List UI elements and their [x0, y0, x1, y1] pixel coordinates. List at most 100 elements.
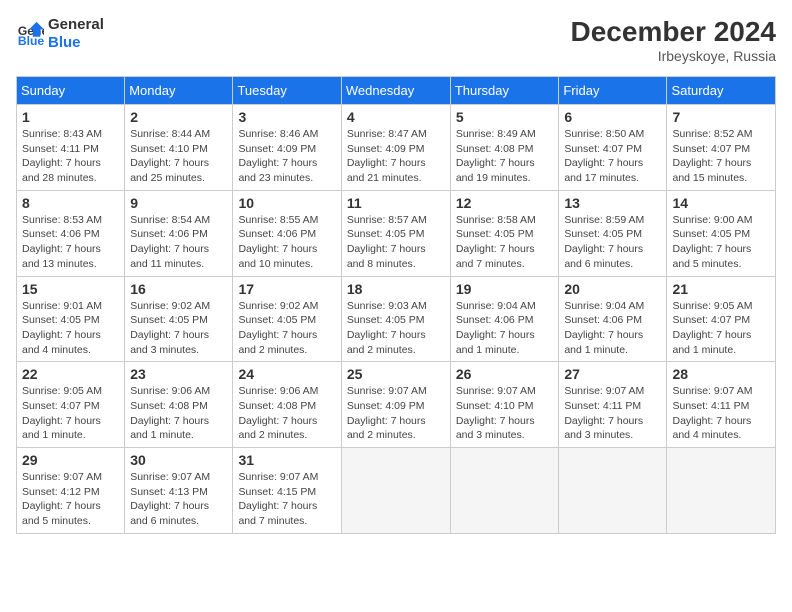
day-info: Sunrise: 9:06 AM Sunset: 4:08 PM Dayligh…	[130, 384, 227, 443]
calendar-cell: 11 Sunrise: 8:57 AM Sunset: 4:05 PM Dayli…	[341, 190, 450, 276]
day-number: 18	[347, 281, 445, 297]
day-info: Sunrise: 9:07 AM Sunset: 4:13 PM Dayligh…	[130, 470, 227, 529]
day-number: 28	[672, 366, 770, 382]
calendar-cell: 21 Sunrise: 9:05 AM Sunset: 4:07 PM Dayli…	[667, 276, 776, 362]
week-row-2: 8 Sunrise: 8:53 AM Sunset: 4:06 PM Daylig…	[17, 190, 776, 276]
calendar-cell	[667, 448, 776, 534]
day-info: Sunrise: 8:44 AM Sunset: 4:10 PM Dayligh…	[130, 127, 227, 186]
day-header-monday: Monday	[125, 77, 233, 105]
day-number: 15	[22, 281, 119, 297]
week-row-4: 22 Sunrise: 9:05 AM Sunset: 4:07 PM Dayli…	[17, 362, 776, 448]
month-title: December 2024	[571, 16, 776, 48]
calendar-cell	[341, 448, 450, 534]
day-number: 31	[238, 452, 335, 468]
day-number: 6	[564, 109, 661, 125]
day-number: 17	[238, 281, 335, 297]
day-info: Sunrise: 9:04 AM Sunset: 4:06 PM Dayligh…	[564, 299, 661, 358]
calendar-cell: 12 Sunrise: 8:58 AM Sunset: 4:05 PM Dayli…	[450, 190, 559, 276]
calendar-cell: 28 Sunrise: 9:07 AM Sunset: 4:11 PM Dayli…	[667, 362, 776, 448]
day-info: Sunrise: 9:07 AM Sunset: 4:09 PM Dayligh…	[347, 384, 445, 443]
day-number: 3	[238, 109, 335, 125]
calendar-cell: 18 Sunrise: 9:03 AM Sunset: 4:05 PM Dayli…	[341, 276, 450, 362]
day-number: 11	[347, 195, 445, 211]
day-number: 26	[456, 366, 554, 382]
calendar-cell: 25 Sunrise: 9:07 AM Sunset: 4:09 PM Dayli…	[341, 362, 450, 448]
day-info: Sunrise: 9:07 AM Sunset: 4:11 PM Dayligh…	[672, 384, 770, 443]
day-number: 8	[22, 195, 119, 211]
day-header-wednesday: Wednesday	[341, 77, 450, 105]
calendar-cell: 1 Sunrise: 8:43 AM Sunset: 4:11 PM Daylig…	[17, 105, 125, 191]
calendar-cell: 19Sunrise: 9:04 AM Sunset: 4:06 PM Dayli…	[450, 276, 559, 362]
day-info: Sunrise: 9:04 AM Sunset: 4:06 PM Dayligh…	[456, 299, 554, 358]
day-number: 24	[238, 366, 335, 382]
day-number: 12	[456, 195, 554, 211]
day-info: Sunrise: 8:55 AM Sunset: 4:06 PM Dayligh…	[238, 213, 335, 272]
logo-icon: General Blue	[16, 20, 44, 48]
title-block: December 2024 Irbeyskoye, Russia	[571, 16, 776, 64]
calendar-cell: 16Sunrise: 9:02 AM Sunset: 4:05 PM Dayli…	[125, 276, 233, 362]
day-info: Sunrise: 8:43 AM Sunset: 4:11 PM Dayligh…	[22, 127, 119, 186]
day-header-thursday: Thursday	[450, 77, 559, 105]
day-number: 2	[130, 109, 227, 125]
calendar-cell	[559, 448, 667, 534]
calendar-cell: 30 Sunrise: 9:07 AM Sunset: 4:13 PM Dayli…	[125, 448, 233, 534]
day-number: 23	[130, 366, 227, 382]
logo-text: General Blue	[48, 16, 104, 52]
day-info: Sunrise: 9:06 AM Sunset: 4:08 PM Dayligh…	[238, 384, 335, 443]
day-info: Sunrise: 8:54 AM Sunset: 4:06 PM Dayligh…	[130, 213, 227, 272]
week-row-1: 1 Sunrise: 8:43 AM Sunset: 4:11 PM Daylig…	[17, 105, 776, 191]
day-number: 30	[130, 452, 227, 468]
calendar-cell: 10Sunrise: 8:55 AM Sunset: 4:06 PM Dayli…	[233, 190, 341, 276]
calendar-cell: 3 Sunrise: 8:46 AM Sunset: 4:09 PM Daylig…	[233, 105, 341, 191]
calendar-cell: 20Sunrise: 9:04 AM Sunset: 4:06 PM Dayli…	[559, 276, 667, 362]
calendar-cell: 7 Sunrise: 8:52 AM Sunset: 4:07 PM Daylig…	[667, 105, 776, 191]
day-info: Sunrise: 8:57 AM Sunset: 4:05 PM Dayligh…	[347, 213, 445, 272]
day-info: Sunrise: 9:07 AM Sunset: 4:12 PM Dayligh…	[22, 470, 119, 529]
page-header: General Blue General Blue December 2024 …	[16, 16, 776, 64]
calendar-cell: 26 Sunrise: 9:07 AM Sunset: 4:10 PM Dayli…	[450, 362, 559, 448]
day-info: Sunrise: 9:01 AM Sunset: 4:05 PM Dayligh…	[22, 299, 119, 358]
day-info: Sunrise: 9:00 AM Sunset: 4:05 PM Dayligh…	[672, 213, 770, 272]
day-info: Sunrise: 8:53 AM Sunset: 4:06 PM Dayligh…	[22, 213, 119, 272]
week-row-5: 29 Sunrise: 9:07 AM Sunset: 4:12 PM Dayli…	[17, 448, 776, 534]
day-number: 21	[672, 281, 770, 297]
calendar-cell: 29 Sunrise: 9:07 AM Sunset: 4:12 PM Dayli…	[17, 448, 125, 534]
day-number: 25	[347, 366, 445, 382]
day-header-saturday: Saturday	[667, 77, 776, 105]
calendar-cell: 23 Sunrise: 9:06 AM Sunset: 4:08 PM Dayli…	[125, 362, 233, 448]
day-info: Sunrise: 9:07 AM Sunset: 4:15 PM Dayligh…	[238, 470, 335, 529]
day-number: 22	[22, 366, 119, 382]
day-info: Sunrise: 9:07 AM Sunset: 4:10 PM Dayligh…	[456, 384, 554, 443]
day-info: Sunrise: 8:49 AM Sunset: 4:08 PM Dayligh…	[456, 127, 554, 186]
calendar-cell: 2 Sunrise: 8:44 AM Sunset: 4:10 PM Daylig…	[125, 105, 233, 191]
day-info: Sunrise: 8:52 AM Sunset: 4:07 PM Dayligh…	[672, 127, 770, 186]
day-header-tuesday: Tuesday	[233, 77, 341, 105]
calendar-cell: 22 Sunrise: 9:05 AM Sunset: 4:07 PM Dayli…	[17, 362, 125, 448]
day-info: Sunrise: 8:46 AM Sunset: 4:09 PM Dayligh…	[238, 127, 335, 186]
day-number: 7	[672, 109, 770, 125]
calendar-cell: 27 Sunrise: 9:07 AM Sunset: 4:11 PM Dayli…	[559, 362, 667, 448]
calendar-cell	[450, 448, 559, 534]
calendar-cell: 14 Sunrise: 9:00 AM Sunset: 4:05 PM Dayli…	[667, 190, 776, 276]
day-number: 9	[130, 195, 227, 211]
day-info: Sunrise: 8:50 AM Sunset: 4:07 PM Dayligh…	[564, 127, 661, 186]
calendar-cell: 13Sunrise: 8:59 AM Sunset: 4:05 PM Dayli…	[559, 190, 667, 276]
day-info: Sunrise: 9:05 AM Sunset: 4:07 PM Dayligh…	[672, 299, 770, 358]
calendar-cell: 9 Sunrise: 8:54 AM Sunset: 4:06 PM Daylig…	[125, 190, 233, 276]
day-info: Sunrise: 9:07 AM Sunset: 4:11 PM Dayligh…	[564, 384, 661, 443]
day-number: 14	[672, 195, 770, 211]
calendar: SundayMondayTuesdayWednesdayThursdayFrid…	[16, 76, 776, 534]
day-number: 1	[22, 109, 119, 125]
day-number: 29	[22, 452, 119, 468]
calendar-header-row: SundayMondayTuesdayWednesdayThursdayFrid…	[17, 77, 776, 105]
calendar-cell: 31 Sunrise: 9:07 AM Sunset: 4:15 PM Dayli…	[233, 448, 341, 534]
day-info: Sunrise: 9:05 AM Sunset: 4:07 PM Dayligh…	[22, 384, 119, 443]
day-info: Sunrise: 9:03 AM Sunset: 4:05 PM Dayligh…	[347, 299, 445, 358]
day-number: 13	[564, 195, 661, 211]
day-number: 16	[130, 281, 227, 297]
day-number: 27	[564, 366, 661, 382]
calendar-cell: 17Sunrise: 9:02 AM Sunset: 4:05 PM Dayli…	[233, 276, 341, 362]
calendar-cell: 6 Sunrise: 8:50 AM Sunset: 4:07 PM Daylig…	[559, 105, 667, 191]
calendar-cell: 5Sunrise: 8:49 AM Sunset: 4:08 PM Daylig…	[450, 105, 559, 191]
day-info: Sunrise: 8:58 AM Sunset: 4:05 PM Dayligh…	[456, 213, 554, 272]
